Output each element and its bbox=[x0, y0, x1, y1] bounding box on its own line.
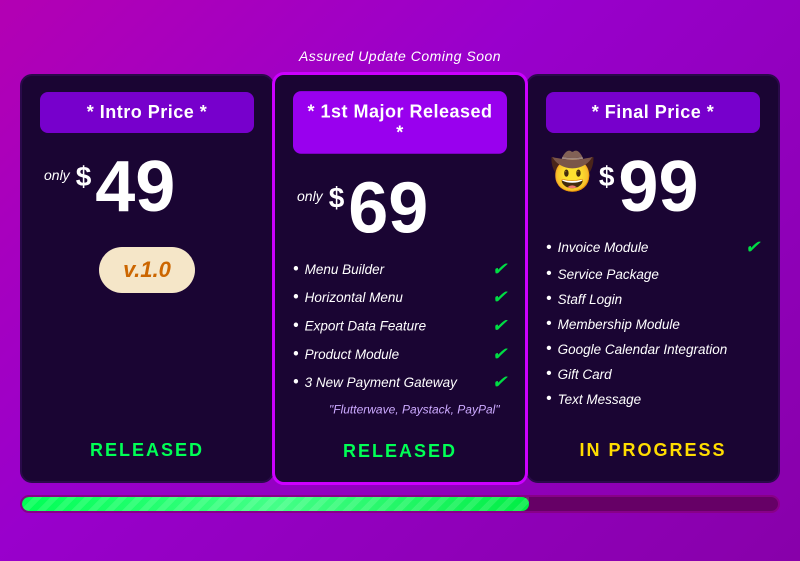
intro-price-only: only bbox=[44, 167, 70, 183]
major-price-only: only bbox=[297, 188, 323, 204]
major-price-dollar: $ bbox=[329, 182, 345, 214]
bullet-icon: • bbox=[293, 345, 299, 363]
check-icon: ✔ bbox=[492, 372, 507, 393]
list-item: • Export Data Feature ✔ bbox=[293, 315, 507, 336]
list-item: • Text Message bbox=[546, 390, 760, 408]
intro-status: RELEASED bbox=[40, 428, 254, 461]
progress-bar-container bbox=[20, 495, 780, 513]
final-price-dollar: $ bbox=[599, 161, 615, 193]
feature-label: Gift Card bbox=[558, 367, 612, 382]
major-price-area: only $ 69 bbox=[293, 164, 507, 249]
feature-label: Product Module bbox=[305, 347, 400, 362]
check-icon: ✔ bbox=[492, 315, 507, 336]
bullet-icon: • bbox=[293, 373, 299, 391]
check-icon: ✔ bbox=[492, 259, 507, 280]
list-item: • Google Calendar Integration bbox=[546, 340, 760, 358]
feature-label: Horizontal Menu bbox=[305, 290, 403, 305]
list-item: • 3 New Payment Gateway ✔ bbox=[293, 372, 507, 393]
list-item: "Flutterwave, Paystack, PayPal" bbox=[311, 400, 507, 418]
feature-label: Menu Builder bbox=[305, 262, 385, 277]
feature-label: Membership Module bbox=[558, 317, 680, 332]
feature-label: Google Calendar Integration bbox=[558, 342, 728, 357]
intro-price-area: only $ 49 bbox=[40, 143, 254, 227]
feature-label: 3 New Payment Gateway bbox=[305, 375, 457, 390]
bullet-icon: • bbox=[546, 265, 552, 283]
final-status: IN PROGRESS bbox=[546, 428, 760, 461]
final-price-card: * Final Price * 🤠 $ 99 • Invoice Module … bbox=[526, 74, 780, 483]
major-release-card: * 1st Major Released * only $ 69 • Menu … bbox=[272, 72, 528, 485]
intro-price-title: * Intro Price * bbox=[40, 92, 254, 133]
feature-label: Export Data Feature bbox=[305, 318, 427, 333]
major-price-number: 69 bbox=[348, 172, 428, 245]
assured-text: Assured Update Coming Soon bbox=[299, 48, 501, 64]
check-icon: ✔ bbox=[745, 237, 760, 258]
bullet-icon: • bbox=[546, 365, 552, 383]
feature-label: Text Message bbox=[558, 392, 642, 407]
list-item: • Gift Card bbox=[546, 365, 760, 383]
final-price-number: 99 bbox=[618, 151, 698, 223]
intro-price-dollar: $ bbox=[76, 161, 92, 193]
cards-container: * Intro Price * only $ 49 v.1.0 RELEASED… bbox=[20, 74, 780, 483]
list-item: • Menu Builder ✔ bbox=[293, 259, 507, 280]
intro-price-card: * Intro Price * only $ 49 v.1.0 RELEASED bbox=[20, 74, 274, 483]
feature-label: Invoice Module bbox=[558, 240, 649, 255]
progress-bar-fill bbox=[22, 497, 529, 511]
list-item: • Product Module ✔ bbox=[293, 344, 507, 365]
major-release-title: * 1st Major Released * bbox=[293, 91, 507, 154]
bullet-icon: • bbox=[293, 317, 299, 335]
crown-emoji: 🤠 bbox=[550, 151, 595, 193]
list-item: • Horizontal Menu ✔ bbox=[293, 287, 507, 308]
bullet-icon: • bbox=[546, 315, 552, 333]
check-icon: ✔ bbox=[492, 287, 507, 308]
bullet-icon: • bbox=[546, 290, 552, 308]
final-price-title: * Final Price * bbox=[546, 92, 760, 133]
bullet-icon: • bbox=[293, 260, 299, 278]
list-item: • Service Package bbox=[546, 265, 760, 283]
feature-label: Service Package bbox=[558, 267, 659, 282]
list-item: • Invoice Module ✔ bbox=[546, 237, 760, 258]
bullet-icon: • bbox=[546, 390, 552, 408]
list-item: • Staff Login bbox=[546, 290, 760, 308]
major-status: RELEASED bbox=[293, 428, 507, 461]
payment-subnote: "Flutterwave, Paystack, PayPal" bbox=[329, 402, 500, 416]
feature-label: Staff Login bbox=[558, 292, 623, 307]
version-badge: v.1.0 bbox=[99, 247, 195, 293]
bullet-icon: • bbox=[546, 239, 552, 257]
bullet-icon: • bbox=[293, 289, 299, 307]
final-price-area: 🤠 $ 99 bbox=[546, 143, 760, 227]
intro-price-number: 49 bbox=[95, 151, 175, 223]
bullet-icon: • bbox=[546, 340, 552, 358]
check-icon: ✔ bbox=[492, 344, 507, 365]
list-item: • Membership Module bbox=[546, 315, 760, 333]
major-features-list: • Menu Builder ✔ • Horizontal Menu ✔ • E… bbox=[293, 259, 507, 419]
final-features-list: • Invoice Module ✔ • Service Package • S… bbox=[546, 237, 760, 418]
